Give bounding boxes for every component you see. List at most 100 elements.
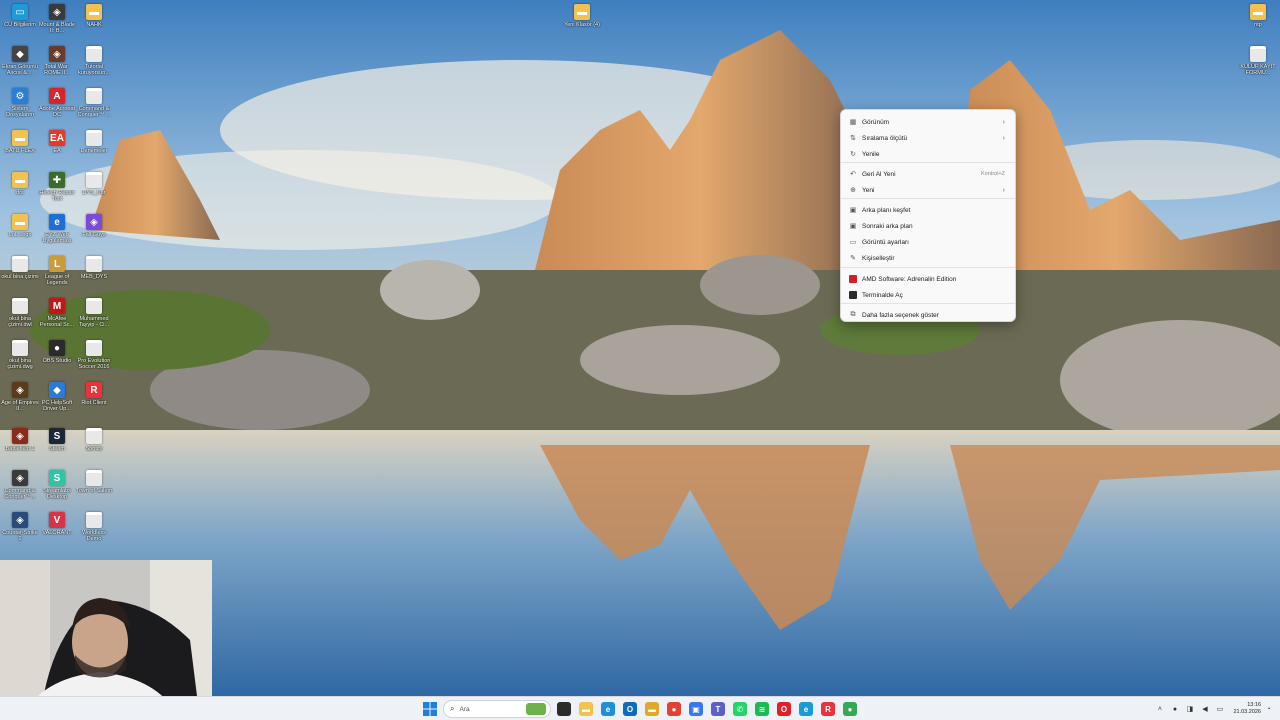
desktop-icon-mount-blade[interactable]: ◈ Mount & Blade II: B... [37,4,77,34]
search-highlight-icon [526,703,546,715]
battery-icon[interactable]: ▭ [1215,705,1224,714]
taskbar-app-chrome[interactable]: ● [667,702,681,716]
taskbar-app-edge[interactable]: e [601,702,615,716]
menu-item-terminal[interactable]: Terminalde Aç [845,288,1011,302]
desktop-icon-fall-guys[interactable]: ◈ Fall Guys [74,214,114,238]
start-button[interactable] [423,702,437,716]
chevron-up-icon[interactable]: ˄ [1155,705,1164,714]
desktop-icon-dys-kur[interactable]: DYS_Kur [74,172,114,196]
streamlabs-icon: S [49,470,65,486]
microphone-icon[interactable]: ● [1170,705,1179,714]
desktop-icon-drs[interactable]: ▬ drs [0,172,40,196]
taskbar-app-opera[interactable]: O [777,702,791,716]
desktop-icon-okul-bina[interactable]: okul bina çizimi [0,256,40,280]
desktop-icon-okul-bina-dwg[interactable]: okul bina çizimi.dwg [0,340,40,370]
desktop-icon-cu[interactable]: ▭ CU Bilgilerim [0,4,40,28]
desktop-icon-steam[interactable]: S Steam [37,428,77,452]
desktop-icon-batu-flex[interactable]: ▬ BATU FLEX [0,130,40,154]
menu-item-sort[interactable]: ⇅ Sıralama ölçütü › [845,131,1011,145]
taskbar-app-outlook[interactable]: O [623,702,637,716]
menu-item-amd[interactable]: AMD Software: Adrenalin Edition [845,272,1011,286]
desktop-icon-yeni-klasor[interactable]: ▬ Yeni Klasör (4) [562,4,602,28]
menu-item-display[interactable]: ▭ Görüntü ayarları [845,235,1011,249]
desktop-icon-label: OBS Studio [42,358,72,364]
taskbar-app-spotify[interactable]: ≋ [755,702,769,716]
desktop-icon-denemeler[interactable]: Denemeler [74,130,114,154]
desktop-icon-valorant[interactable]: V VALORANT [37,512,77,536]
desktop-icon-label: Worldless Demo [81,530,107,542]
taskbar-app-chrome2[interactable]: ● [843,702,857,716]
taskbar: ⌕ Ara ▬ e O ▬ ● ▣ T ✆ ≋ Oe R ● ˄ ● ◨ ◀ ▭ 13:16 21.0… [0,696,1280,720]
desktop-icon-ekran-goruntu[interactable]: ◆ Ekran Görüntü Alıcısı & ... [0,46,40,76]
desktop-icon-mcafee[interactable]: M McAfee Personal Sc... [37,298,77,328]
desktop-icon-cnc[interactable]: ◈ Command & Conquer™... [0,470,40,500]
monitor-icon: ▭ [12,4,28,20]
desktop-icon-obs[interactable]: ● OBS Studio [37,340,77,364]
desktop-icon-hetech[interactable]: ✚ Hetech Repair Tool [37,172,77,202]
desktop-icon-tutorial[interactable]: Tutorial kuruyorsun... [74,46,114,76]
desktop-icon-lol[interactable]: L League of Legends [37,256,77,286]
desktop-icon-label: Streamlabs Desktop [43,488,71,500]
taskbar-app-teams[interactable]: T [711,702,725,716]
desktop-icon-label: Denemeler [80,148,108,154]
desktop-icon-counter-strike[interactable]: ◈ Counter-Strike 2 [0,512,40,542]
terminal-icon [849,291,857,299]
riot-icon: R [86,382,102,398]
desktop-icon-label: PC HelpSoft Driver Up... [41,400,73,412]
desktop-icon-ea[interactable]: EA EA [37,130,77,154]
menu-item-label: Yeni [862,186,875,194]
taskbar-app-explorer[interactable]: ▬ [579,702,593,716]
taskbar-app-edge2[interactable]: e [799,702,813,716]
menu-item-refresh[interactable]: ↻ Yenile [845,147,1011,161]
desktop-icon-riot[interactable]: R Riot Client [74,382,114,406]
game-icon: ◈ [12,428,28,444]
menu-item-image-next[interactable]: ▣ Sonraki arka plan [845,219,1011,233]
task-view-button[interactable] [557,702,571,716]
menu-item-image[interactable]: ▣ Arka planı keşfet [845,203,1011,217]
menu-item-brush[interactable]: ✎ Kişiselleştir [845,251,1011,265]
taskbar-app-whatsapp[interactable]: ✆ [733,702,747,716]
folder-icon: ▬ [12,172,28,188]
desktop-icon-ntp[interactable]: ▬ ntp [1238,4,1278,28]
desktop-icon-streamlabs[interactable]: S Streamlabs Desktop [37,470,77,500]
taskbar-app-files[interactable]: ▬ [645,702,659,716]
desktop-icon-total-war[interactable]: ◈ Total War: ROME II... [37,46,77,76]
desktop-context-menu: ▦ Görünüm › ⇅ Sıralama ölçütü › ↻ Yenile ↶ Geri A… [840,109,1016,322]
menu-item-new[interactable]: ⊕ Yeni › [845,183,1011,197]
desktop-icon-muhammed[interactable]: Muhammed Tayyip - Ci... [74,298,114,328]
network-icon[interactable]: ◨ [1185,705,1194,714]
desktop-icon-lol-logs[interactable]: ▬ LoL Logs [0,214,40,238]
menu-item-grid[interactable]: ▦ Görünüm › [845,115,1011,129]
desktop-icon-worldless[interactable]: Worldless Demo [74,512,114,542]
undo-icon: ↶ [850,171,856,178]
desktop-icon-kulup[interactable]: KULÜP KAYIT FORMU... [1238,46,1278,76]
taskbar-search-box[interactable]: ⌕ Ara [443,700,551,718]
search-placeholder: Ara [459,705,470,713]
desktop-icon-town-salem[interactable]: Town of Salem [74,470,114,494]
desktop-icon-pes[interactable]: Pro Evolution Soccer 2016 [74,340,114,370]
desktop-icon-acrobat[interactable]: A Adobe Acrobat DC [37,88,77,118]
search-icon: ⌕ [450,704,455,713]
menu-item-undo[interactable]: ↶ Geri Al Yeni Kontrol+Z [845,167,1011,181]
game-icon: ◈ [49,4,65,20]
desktop-icon-battlefield[interactable]: ◈ Battlefield 1 [0,428,40,452]
desktop-icon-spotify-desk[interactable]: Spotify [74,428,114,452]
desktop-icon-label: Fall Guys [82,232,106,238]
desktop-icon-command-conquer[interactable]: Command & Conquer™ ... [74,88,114,118]
desktop-icon-meb-dys[interactable]: MEB_DYS [74,256,114,280]
desktop-icon-okul-bina-cizimi[interactable]: okul bina çizimi.dwl [0,298,40,328]
notification-bell-icon[interactable]: ◔ [1264,705,1273,714]
desktop-icon-label: Pro Evolution Soccer 2016 [77,358,111,370]
volume-icon[interactable]: ◀ [1200,705,1209,714]
taskbar-clock[interactable]: 13:16 21.03.2026 [1233,702,1261,716]
menu-item-more[interactable]: ⧉ Daha fazla seçenek göster [845,308,1011,322]
desktop-icon-sistem[interactable]: ⚙ Sistem Dosyalarım [0,88,40,118]
desktop-icon-pc-helpsoft[interactable]: ◆ PC HelpSoft Driver Up... [37,382,77,412]
desktop-icon-aoe[interactable]: ◈ Age of Empires II... [0,382,40,412]
taskbar-app-riot[interactable]: R [821,702,835,716]
folder-icon: ▬ [12,130,28,146]
desktop-icon-nahk[interactable]: ▬ NAHK [74,4,114,28]
taskbar-app-store[interactable]: ▣ [689,702,703,716]
desktop-icon-label: drs [16,190,24,196]
desktop-icon-eyz[interactable]: e EYZ Web Uygulaması [37,214,77,244]
